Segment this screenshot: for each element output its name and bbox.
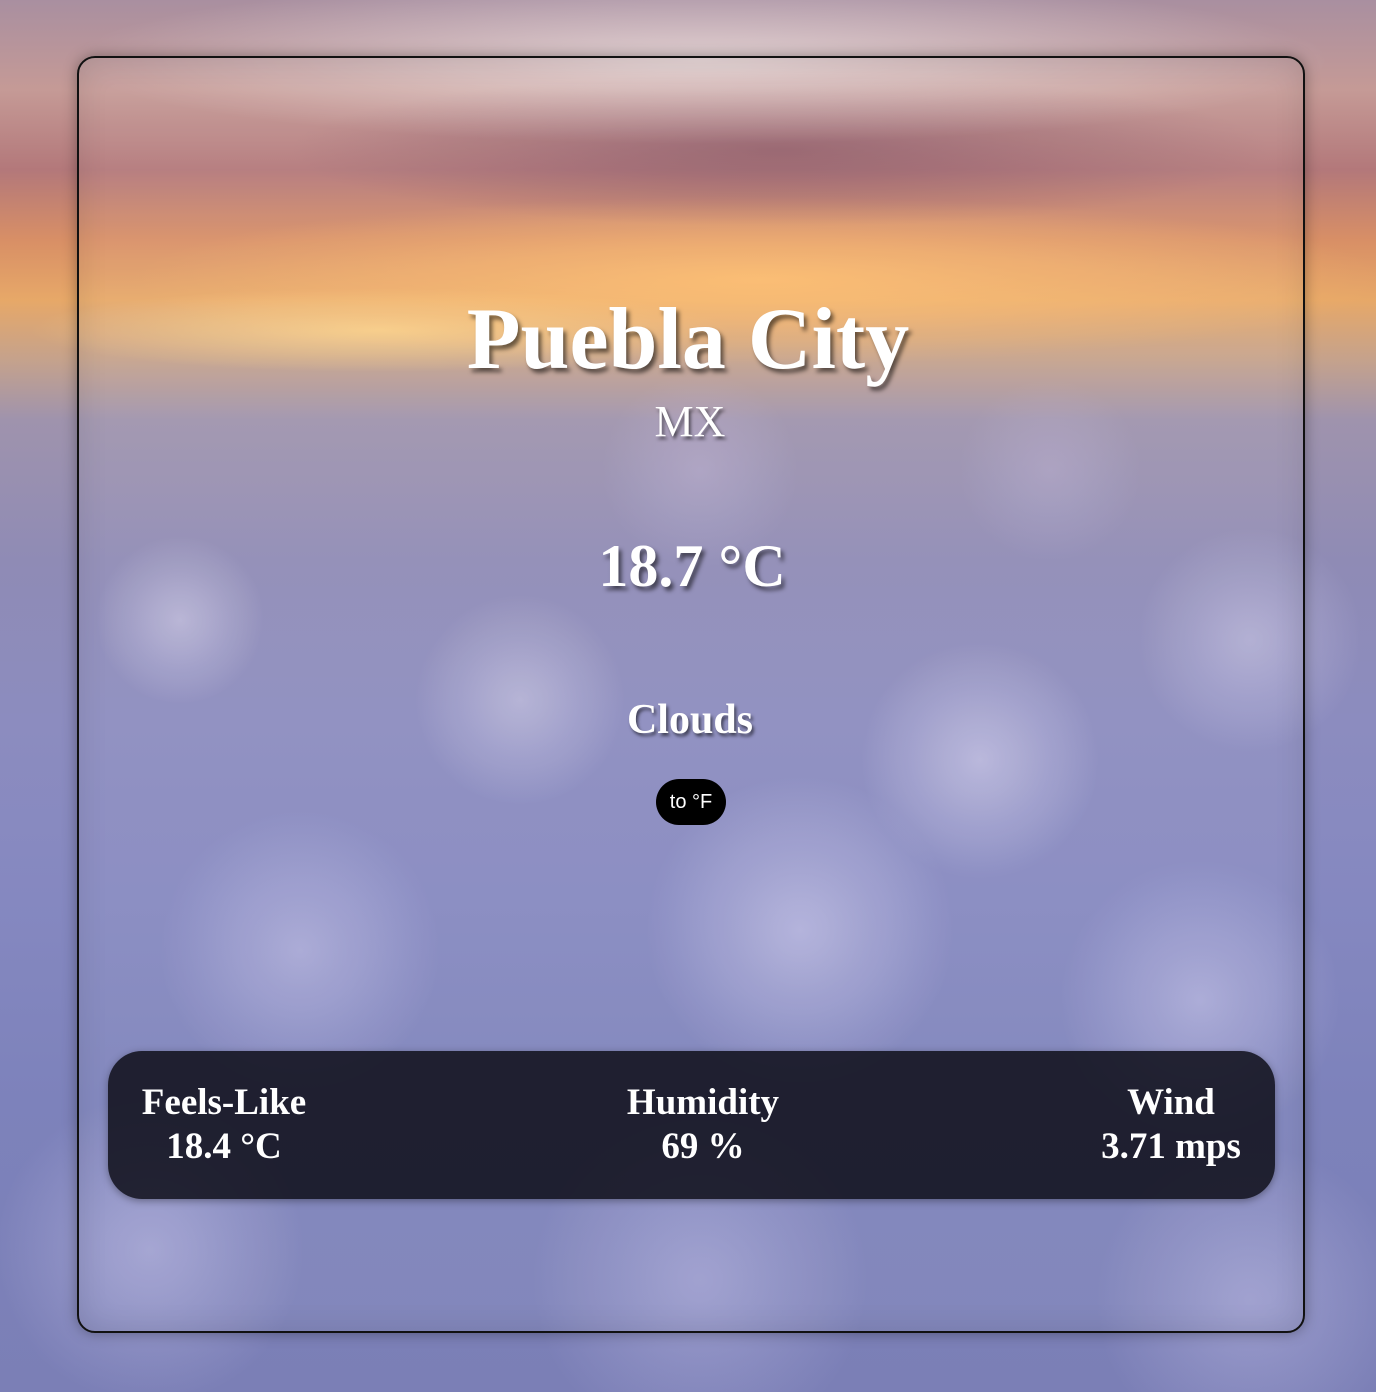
humidity-label: Humidity: [626, 1082, 780, 1123]
weather-details-panel: Feels-Like 18.4 °C Humidity 69 % Wind 3.…: [108, 1051, 1275, 1199]
feels-like-label: Feels-Like: [141, 1082, 307, 1123]
country-code: MX: [654, 397, 726, 446]
city-name: Puebla City: [466, 291, 910, 388]
weather-condition: Clouds: [626, 697, 754, 743]
current-temperature: 18.7 °C: [598, 533, 786, 599]
humidity-stat: Humidity 69 %: [613, 1081, 793, 1169]
humidity-value: 69 %: [661, 1126, 745, 1167]
wind-value: 3.71 mps: [1101, 1126, 1241, 1167]
wind-stat: Wind 3.71 mps: [1086, 1081, 1256, 1169]
unit-toggle-button[interactable]: to °F: [656, 779, 726, 825]
feels-like-stat: Feels-Like 18.4 °C: [136, 1081, 312, 1169]
wind-label: Wind: [1127, 1082, 1215, 1123]
feels-like-value: 18.4 °C: [166, 1126, 282, 1167]
